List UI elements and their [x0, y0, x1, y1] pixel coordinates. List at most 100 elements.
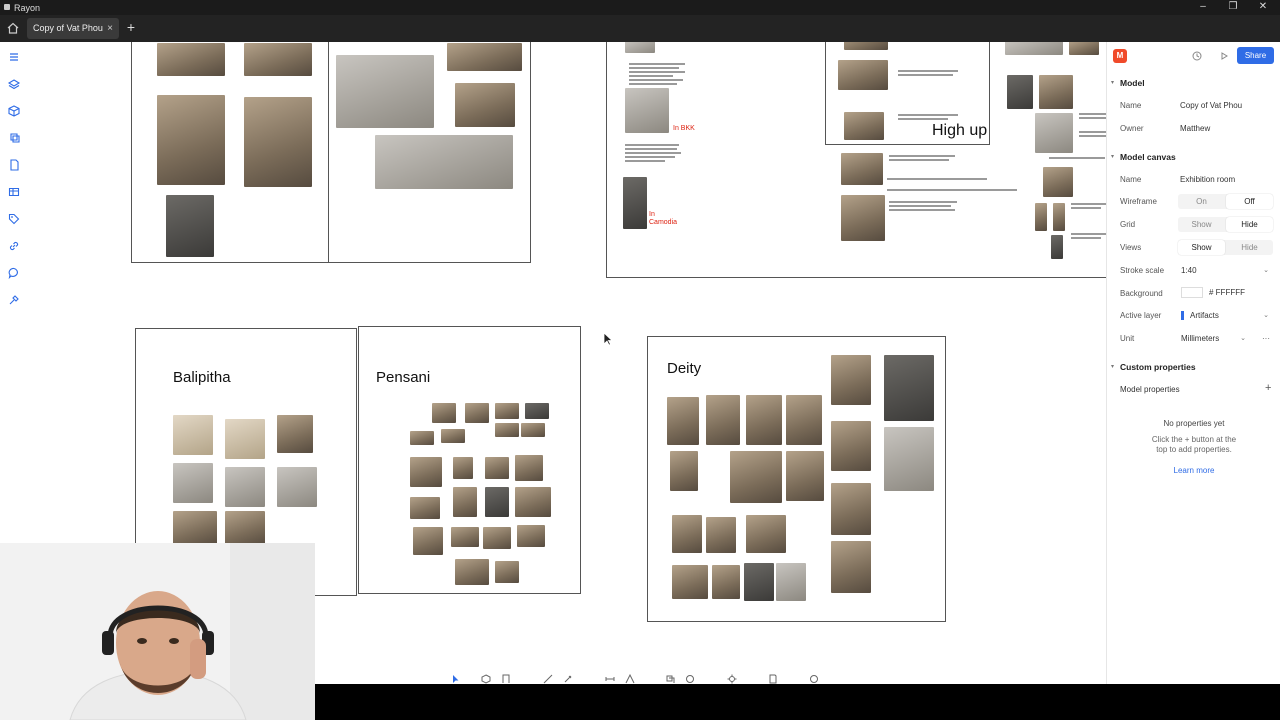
settings-tool-icon[interactable] [727, 671, 737, 684]
new-tab-button[interactable]: + [124, 19, 138, 35]
artifact-photo [483, 527, 511, 549]
maximize-icon[interactable]: ❐ [1218, 0, 1248, 15]
minimize-icon[interactable]: – [1188, 0, 1218, 15]
wireframe-toggle: On Off [1178, 194, 1273, 209]
board-deity[interactable]: Deity [647, 336, 946, 622]
learn-more-link[interactable]: Learn more [1107, 466, 1280, 475]
artifact-photo [225, 511, 265, 545]
artifact-photo [453, 487, 477, 517]
tab-copy-of-vat-phou[interactable]: Copy of Vat Phou × [27, 18, 119, 39]
menu-icon[interactable] [7, 50, 21, 64]
artifact-photo [413, 527, 443, 555]
collapse-caret-icon[interactable]: ▾ [1111, 153, 1114, 160]
comment-tool-icon[interactable] [809, 671, 819, 683]
artifact-photo [1069, 42, 1099, 55]
artifact-photo [157, 95, 225, 185]
tab-bar: Copy of Vat Phou × + [0, 15, 1280, 42]
avatar[interactable]: M [1113, 49, 1127, 63]
canvas-name-field[interactable]: Exhibition room [1180, 175, 1235, 184]
views-label: Views [1120, 243, 1142, 252]
artifact-photo [225, 419, 265, 459]
board-top-middle[interactable] [328, 42, 531, 263]
history-icon[interactable] [1192, 51, 1202, 61]
layers-icon[interactable] [7, 77, 21, 91]
collapse-caret-icon[interactable]: ▾ [1111, 79, 1114, 86]
document-icon[interactable] [7, 158, 21, 172]
artifact-photo [625, 88, 669, 133]
play-icon[interactable] [1219, 51, 1229, 61]
unit-label: Unit [1120, 334, 1135, 343]
cube-tool-icon[interactable] [481, 671, 491, 684]
comment-icon[interactable] [7, 266, 21, 280]
artifact-photo [706, 395, 740, 445]
wireframe-on-option[interactable]: On [1178, 194, 1225, 209]
link-icon[interactable] [7, 239, 21, 253]
left-toolbar [0, 42, 28, 342]
close-window-icon[interactable]: ✕ [1248, 0, 1278, 15]
chevron-down-icon: ⌄ [1263, 267, 1269, 274]
artifact-photo [672, 565, 708, 599]
select-tool-icon[interactable] [451, 671, 461, 683]
color-swatch[interactable] [1181, 287, 1203, 299]
tag-icon[interactable] [7, 212, 21, 226]
artifact-photo [465, 403, 489, 423]
board-pensani[interactable]: Pensani [358, 326, 581, 594]
collapse-caret-icon[interactable]: ▾ [1111, 363, 1114, 370]
cube-icon[interactable] [7, 104, 21, 118]
close-tab-icon[interactable]: × [107, 18, 113, 39]
section-custom-properties[interactable]: Custom properties [1120, 362, 1196, 372]
artifact-photo [244, 97, 312, 187]
table-icon[interactable] [7, 185, 21, 199]
artifact-photo [730, 451, 782, 503]
grid-hide-option[interactable]: Hide [1226, 217, 1273, 232]
more-options-button[interactable]: ··· [1262, 334, 1270, 343]
active-layer-label: Active layer [1120, 311, 1162, 320]
pen-tool-icon[interactable] [563, 671, 573, 683]
background-label: Background [1120, 289, 1163, 298]
board-top-right[interactable]: In BKK In Camodia High up [606, 42, 1106, 278]
artifact-photo [844, 42, 888, 50]
rotate-tool-icon[interactable] [685, 671, 695, 683]
stroke-scale-value: 1:40 [1181, 266, 1197, 275]
plugin-icon[interactable] [7, 293, 21, 307]
annotate-tool-icon[interactable] [625, 671, 635, 684]
artifact-photo [1053, 203, 1065, 231]
active-layer-select[interactable]: Artifacts ⌄ [1178, 308, 1273, 323]
artifact-photo [173, 415, 213, 455]
artifact-photo [455, 83, 515, 127]
bottom-bar [315, 684, 1280, 720]
artifact-photo [667, 397, 699, 445]
wireframe-off-option[interactable]: Off [1226, 194, 1273, 209]
high-up-frame: High up [825, 42, 990, 145]
copy-tool-icon[interactable] [665, 671, 675, 683]
artifact-photo [410, 431, 434, 445]
background-color-field[interactable]: # FFFFFF [1178, 285, 1273, 300]
page-tool-icon[interactable] [768, 671, 778, 684]
section-model-canvas[interactable]: Model canvas [1120, 152, 1176, 162]
stroke-scale-select[interactable]: 1:40 ⌄ [1178, 263, 1273, 278]
artifact-photo [1051, 235, 1063, 259]
door-tool-icon[interactable] [501, 671, 511, 683]
artifact-photo [485, 457, 509, 479]
share-button[interactable]: Share [1237, 47, 1274, 64]
artifact-photo [884, 427, 934, 491]
artifact-photo [841, 153, 883, 185]
board-top-left[interactable] [131, 42, 329, 263]
grid-toggle: Show Hide [1178, 217, 1273, 232]
artifact-photo [447, 43, 522, 71]
artifact-photo [786, 395, 822, 445]
grid-show-option[interactable]: Show [1178, 217, 1225, 232]
views-hide-option[interactable]: Hide [1226, 240, 1273, 255]
line-tool-icon[interactable] [543, 671, 553, 684]
measure-tool-icon[interactable] [605, 671, 615, 681]
section-model[interactable]: Model [1120, 78, 1145, 88]
artifact-photo [746, 395, 782, 445]
rayon-logo-icon [4, 4, 10, 10]
cubes-icon[interactable] [7, 131, 21, 145]
artifact-photo [1035, 203, 1047, 231]
model-name-field[interactable]: Copy of Vat Phou [1180, 101, 1242, 110]
unit-select[interactable]: Millimeters ⌄ [1178, 331, 1250, 346]
views-show-option[interactable]: Show [1178, 240, 1225, 255]
home-icon[interactable] [6, 21, 20, 35]
add-property-button[interactable]: + [1265, 382, 1271, 394]
